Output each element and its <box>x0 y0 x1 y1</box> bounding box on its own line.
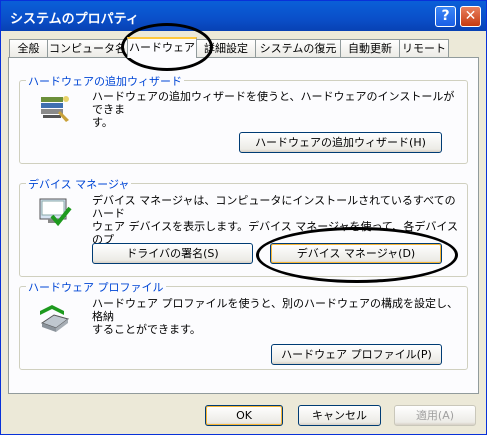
tab-advanced[interactable]: 詳細設定 <box>196 39 256 57</box>
tab-system-restore[interactable]: システムの復元 <box>255 39 341 57</box>
hardware-profile-icon <box>40 305 70 332</box>
cancel-button[interactable]: キャンセル <box>298 405 381 426</box>
device-manager-group-title: デバイス マネージャ <box>26 176 132 192</box>
system-properties-window: システムのプロパティ ? ✕ 全般 コンピュータ名 ハードウェア 詳細設定 シス… <box>0 0 487 435</box>
hardware-profiles-description: ハードウェア プロファイルを使うと、別のハードウェアの構成を設定し、格納 するこ… <box>92 297 459 336</box>
tab-general[interactable]: 全般 <box>9 39 48 57</box>
ok-button[interactable]: OK <box>205 405 283 426</box>
hardware-tab-panel: ハードウェアの追加ウィザード ハードウェアの追加ウィザードを使うと、ハードウェア… <box>8 57 479 394</box>
hardware-profiles-group-title: ハードウェア プロファイル <box>26 279 166 295</box>
hardware-profiles-group: ハードウェア プロファイル ハードウェア プロファイルを使うと、別のハードウェア… <box>19 279 468 370</box>
tab-automatic-updates[interactable]: 自動更新 <box>340 39 400 57</box>
tab-hardware[interactable]: ハードウェア <box>127 37 197 58</box>
hardware-wizard-group-title: ハードウェアの追加ウィザード <box>26 73 184 89</box>
device-manager-button[interactable]: デバイス マネージャ(D) <box>270 243 442 264</box>
close-button[interactable]: ✕ <box>460 6 481 27</box>
tab-remote[interactable]: リモート <box>399 39 449 57</box>
tab-strip: 全般 コンピュータ名 ハードウェア 詳細設定 システムの復元 自動更新 リモート <box>1 31 486 58</box>
hardware-wizard-description: ハードウェアの追加ウィザードを使うと、ハードウェアのインストールができま す。 <box>92 90 455 129</box>
tab-computer-name[interactable]: コンピュータ名 <box>47 39 128 57</box>
device-manager-group: デバイス マネージャ デバイス マネージャは、コンピュータにインストールされてい… <box>19 176 468 277</box>
window-title: システムのプロパティ <box>10 12 139 27</box>
hardware-wizard-icon <box>41 96 69 122</box>
add-hardware-wizard-button[interactable]: ハードウェアの追加ウィザード(H) <box>239 132 442 153</box>
driver-signing-button[interactable]: ドライバの署名(S) <box>92 243 253 264</box>
hardware-profiles-button[interactable]: ハードウェア プロファイル(P) <box>271 344 442 365</box>
hardware-wizard-group: ハードウェアの追加ウィザード ハードウェアの追加ウィザードを使うと、ハードウェア… <box>19 73 468 164</box>
device-manager-icon <box>39 198 72 227</box>
apply-button[interactable]: 適用(A) <box>394 405 476 426</box>
title-bar[interactable]: システムのプロパティ ? ✕ <box>1 1 486 31</box>
help-button[interactable]: ? <box>435 6 456 27</box>
